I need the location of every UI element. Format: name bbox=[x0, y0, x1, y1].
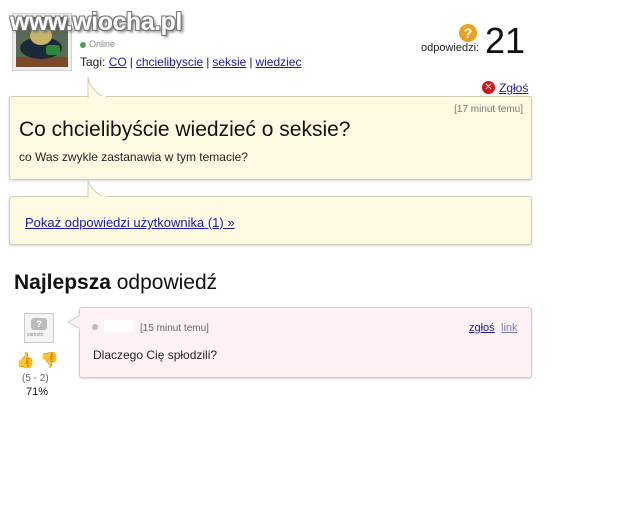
best-answer-heading: Najlepsza odpowiedź bbox=[14, 271, 217, 295]
avatar-placeholder-icon: ? bbox=[31, 318, 47, 330]
tags-label: Tagi: bbox=[80, 55, 106, 69]
best-answer-bubble: [15 minut temu] zgłoś link Dlaczego Cię … bbox=[66, 307, 532, 378]
thumb-up-icon[interactable]: 👍 bbox=[16, 352, 35, 370]
author-status: Online bbox=[80, 39, 115, 49]
answerer-avatar[interactable]: ? samotn bbox=[24, 313, 54, 343]
best-answer-heading-bold: Najlepsza bbox=[14, 271, 111, 294]
tag-link-co[interactable]: CO bbox=[109, 55, 127, 69]
tag-link-wiedziec[interactable]: wiedziec bbox=[255, 55, 301, 69]
tag-link-seksie[interactable]: seksie bbox=[212, 55, 246, 69]
answers-label: odpowiedzi: bbox=[421, 42, 480, 54]
question-title: Co chcielibyście wiedzieć o seksie? bbox=[19, 118, 351, 141]
answers-count: 21 bbox=[485, 20, 526, 61]
answer-permalink[interactable]: link bbox=[501, 322, 518, 334]
show-user-answers-link[interactable]: Pokaż odpowiedzi użytkownika (1) » bbox=[25, 215, 235, 230]
report-answer-link[interactable]: zgłoś bbox=[469, 322, 495, 334]
report-question[interactable]: ✕ Zgłoś bbox=[482, 80, 528, 95]
avatar-caption: samotn bbox=[27, 332, 44, 338]
question-bubble: [17 minut temu] Co chcielibyście wiedzie… bbox=[9, 76, 532, 180]
status-dot-icon bbox=[80, 41, 86, 48]
report-link[interactable]: Zgłoś bbox=[499, 81, 528, 95]
bubble-tail bbox=[66, 314, 83, 331]
question-icon: ? bbox=[459, 24, 477, 42]
answerer-name-redacted bbox=[104, 320, 134, 332]
status-text: Online bbox=[89, 39, 116, 49]
answer-time: [15 minut temu] bbox=[140, 323, 209, 334]
vote-count: (5 - 2) bbox=[22, 373, 49, 384]
vote-percent: 71% bbox=[26, 386, 49, 398]
tag-link-chcielibyscie[interactable]: chcielibyscie bbox=[136, 55, 203, 69]
question-description: co Was zwykle zastanawia w tym temacie? bbox=[19, 150, 248, 164]
thumb-down-icon[interactable]: 👎 bbox=[40, 352, 59, 370]
status-dot-icon bbox=[92, 324, 98, 330]
report-x-icon: ✕ bbox=[482, 81, 495, 95]
user-answers-bubble: Pokaż odpowiedzi użytkownika (1) » bbox=[9, 178, 532, 245]
watermark: www.wiocha.pl bbox=[10, 8, 182, 36]
best-answer-heading-rest: odpowiedź bbox=[110, 271, 218, 294]
answer-text: Dlaczego Cię spłodzili? bbox=[93, 348, 218, 362]
bubble-tail bbox=[87, 178, 107, 200]
tags-row: Tagi: CO | chcielibyscie | seksie | wiedziec bbox=[80, 55, 302, 69]
question-time: [17 minut temu] bbox=[454, 104, 523, 115]
bubble-tail bbox=[87, 76, 107, 100]
